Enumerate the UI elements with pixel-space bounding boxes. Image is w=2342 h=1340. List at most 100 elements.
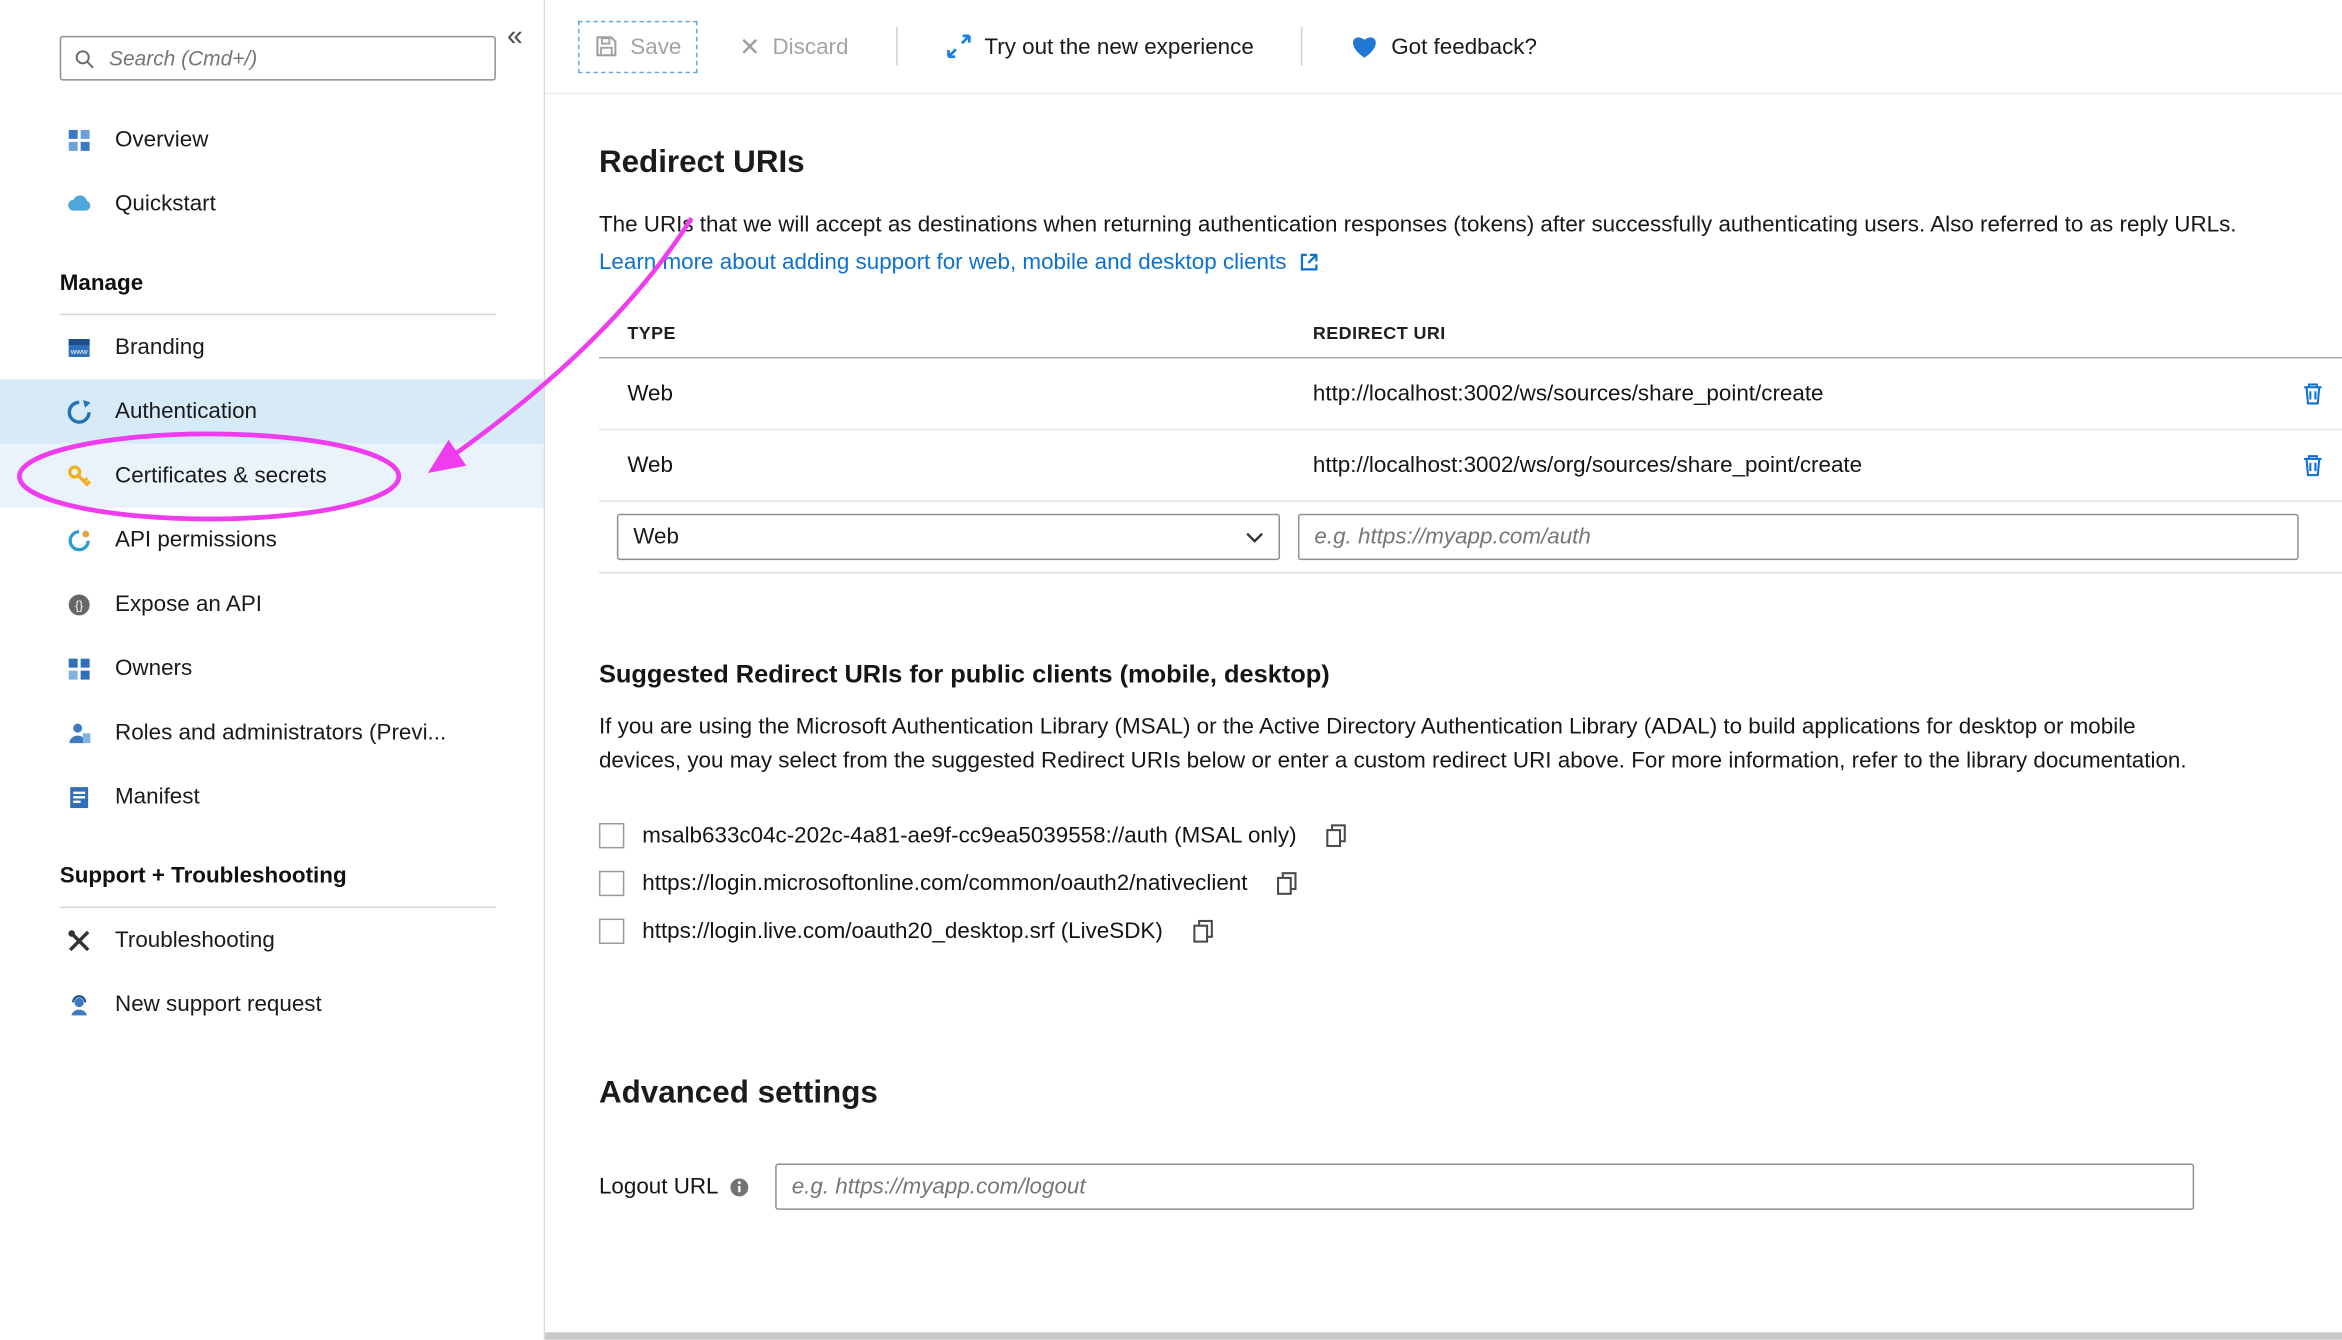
page-content: Redirect URIs The URIs that we will acce… bbox=[545, 94, 2342, 1210]
suggested-uri-checkbox[interactable] bbox=[599, 822, 624, 847]
copy-icon bbox=[1274, 870, 1299, 895]
save-label: Save bbox=[630, 34, 681, 59]
copy-button[interactable] bbox=[1323, 822, 1348, 847]
sidebar-item-authentication[interactable]: Authentication bbox=[0, 379, 544, 443]
list-item: https://login.microsoftonline.com/common… bbox=[599, 859, 2342, 907]
delete-uri-button[interactable] bbox=[2282, 381, 2342, 406]
copy-icon bbox=[1190, 918, 1215, 943]
col-header-redirect-uri: REDIRECT URI bbox=[1313, 323, 2282, 344]
roles-icon bbox=[66, 719, 93, 746]
sidebar-item-manifest[interactable]: Manifest bbox=[0, 765, 544, 829]
toolbar-separator bbox=[896, 27, 897, 66]
save-button[interactable]: Save bbox=[578, 20, 698, 72]
row-type: Web bbox=[627, 453, 1313, 478]
got-feedback-button[interactable]: Got feedback? bbox=[1336, 22, 1552, 71]
search-icon bbox=[73, 47, 95, 69]
save-icon bbox=[594, 34, 618, 58]
feedback-label: Got feedback? bbox=[1391, 34, 1537, 59]
try-new-experience-button[interactable]: Try out the new experience bbox=[931, 21, 1269, 72]
discard-label: Discard bbox=[773, 34, 849, 59]
advanced-settings-title: Advanced settings bbox=[599, 1074, 2342, 1113]
main-pane: Save Discard Try out the new experience … bbox=[545, 0, 2342, 1340]
table-row: Web http://localhost:3002/ws/org/sources… bbox=[599, 430, 2342, 502]
sidebar-item-troubleshooting[interactable]: Troubleshooting bbox=[0, 908, 544, 972]
suggested-uri-label: https://login.microsoftonline.com/common… bbox=[642, 870, 1247, 895]
sidebar-item-label: Authentication bbox=[115, 399, 257, 424]
suggested-uris-title: Suggested Redirect URIs for public clien… bbox=[599, 660, 2342, 690]
trash-icon bbox=[2299, 381, 2324, 406]
sidebar-item-expose-an-api[interactable]: {} Expose an API bbox=[0, 572, 544, 636]
key-icon bbox=[66, 462, 93, 489]
info-icon[interactable] bbox=[729, 1176, 750, 1197]
row-type: Web bbox=[627, 381, 1313, 406]
sidebar-item-api-permissions[interactable]: API permissions bbox=[0, 508, 544, 572]
external-link-icon bbox=[1298, 251, 1320, 273]
try-new-label: Try out the new experience bbox=[984, 34, 1253, 59]
sidebar-collapse-button[interactable]: « bbox=[498, 21, 532, 52]
new-uri-row: Web bbox=[599, 502, 2342, 574]
manage-section-header: Manage bbox=[0, 251, 544, 314]
trash-icon bbox=[2299, 453, 2324, 478]
learn-more-link[interactable]: Learn more about adding support for web,… bbox=[599, 249, 1287, 274]
advanced-settings-section: Advanced settings Logout URL bbox=[599, 1074, 2342, 1210]
redirect-uris-description: The URIs that we will accept as destinat… bbox=[599, 208, 2332, 242]
suggested-uri-checkbox[interactable] bbox=[599, 870, 624, 895]
owners-icon bbox=[66, 655, 93, 682]
logout-url-label: Logout URL bbox=[599, 1174, 719, 1199]
overview-icon bbox=[66, 126, 93, 153]
sidebar-item-roles-administrators[interactable]: Roles and administrators (Previ... bbox=[0, 701, 544, 765]
discard-button[interactable]: Discard bbox=[725, 22, 864, 71]
list-item: msalb633c04c-202c-4a81-ae9f-cc9ea5039558… bbox=[599, 811, 2342, 859]
suggested-uri-checkbox[interactable] bbox=[599, 918, 624, 943]
support-request-icon bbox=[66, 991, 93, 1018]
sidebar-search[interactable] bbox=[60, 36, 496, 81]
toolbar-separator bbox=[1302, 27, 1303, 66]
heart-icon bbox=[1351, 34, 1379, 59]
search-input[interactable] bbox=[106, 45, 482, 72]
sidebar-item-label: Certificates & secrets bbox=[115, 463, 327, 488]
support-section-header: Support + Troubleshooting bbox=[0, 844, 544, 907]
redirect-uri-table: TYPE REDIRECT URI Web http://localhost:3… bbox=[599, 323, 2342, 574]
sidebar-item-owners[interactable]: Owners bbox=[0, 636, 544, 700]
sidebar-item-quickstart[interactable]: Quickstart bbox=[0, 172, 544, 236]
logout-url-row: Logout URL bbox=[599, 1164, 2342, 1210]
sidebar-item-overview[interactable]: Overview bbox=[0, 108, 544, 172]
discard-x-icon bbox=[740, 36, 761, 57]
azure-app-registration-authentication-page: « Overview Quickstart Manage www Brandin… bbox=[0, 0, 2342, 1340]
row-uri: http://localhost:3002/ws/sources/share_p… bbox=[1313, 381, 2282, 406]
uri-type-select[interactable]: Web bbox=[617, 514, 1280, 560]
sidebar-item-label: Roles and administrators (Previ... bbox=[115, 720, 446, 745]
authentication-icon bbox=[66, 398, 93, 425]
delete-uri-button[interactable] bbox=[2282, 453, 2342, 478]
sidebar-item-label: Quickstart bbox=[115, 191, 216, 216]
suggested-uri-label: msalb633c04c-202c-4a81-ae9f-cc9ea5039558… bbox=[642, 822, 1296, 847]
sidebar-item-new-support-request[interactable]: New support request bbox=[0, 972, 544, 1036]
sidebar-item-label: Manifest bbox=[115, 784, 200, 809]
sidebar-item-label: Owners bbox=[115, 656, 192, 681]
row-uri: http://localhost:3002/ws/org/sources/sha… bbox=[1313, 453, 2282, 478]
new-experience-arrows-icon bbox=[946, 33, 973, 60]
suggested-uris-section: Suggested Redirect URIs for public clien… bbox=[599, 660, 2342, 954]
sidebar: « Overview Quickstart Manage www Brandin… bbox=[0, 0, 544, 1340]
suggested-uri-label: https://login.live.com/oauth20_desktop.s… bbox=[642, 918, 1163, 943]
api-permissions-icon bbox=[66, 527, 93, 554]
table-row: Web http://localhost:3002/ws/sources/sha… bbox=[599, 358, 2342, 430]
suggested-uris-description: If you are using the Microsoft Authentic… bbox=[599, 709, 2197, 778]
svg-text:{}: {} bbox=[75, 598, 83, 612]
list-item: https://login.live.com/oauth20_desktop.s… bbox=[599, 907, 2342, 955]
new-redirect-uri-input[interactable] bbox=[1298, 514, 2299, 560]
sidebar-item-label: Branding bbox=[115, 335, 205, 360]
suggested-uri-options: msalb633c04c-202c-4a81-ae9f-cc9ea5039558… bbox=[599, 811, 2342, 954]
sidebar-item-branding[interactable]: www Branding bbox=[0, 315, 544, 379]
col-header-type: TYPE bbox=[627, 323, 1313, 344]
uri-type-selected-value: Web bbox=[633, 524, 679, 549]
sidebar-item-certificates-secrets[interactable]: Certificates & secrets bbox=[0, 444, 544, 508]
sidebar-item-label: API permissions bbox=[115, 527, 277, 552]
logout-url-input[interactable] bbox=[775, 1164, 2194, 1210]
sidebar-item-label: Troubleshooting bbox=[115, 928, 275, 953]
svg-text:www: www bbox=[70, 346, 88, 355]
sidebar-item-label: Overview bbox=[115, 127, 208, 152]
copy-button[interactable] bbox=[1190, 918, 1215, 943]
copy-button[interactable] bbox=[1274, 870, 1299, 895]
quickstart-icon bbox=[66, 190, 93, 217]
